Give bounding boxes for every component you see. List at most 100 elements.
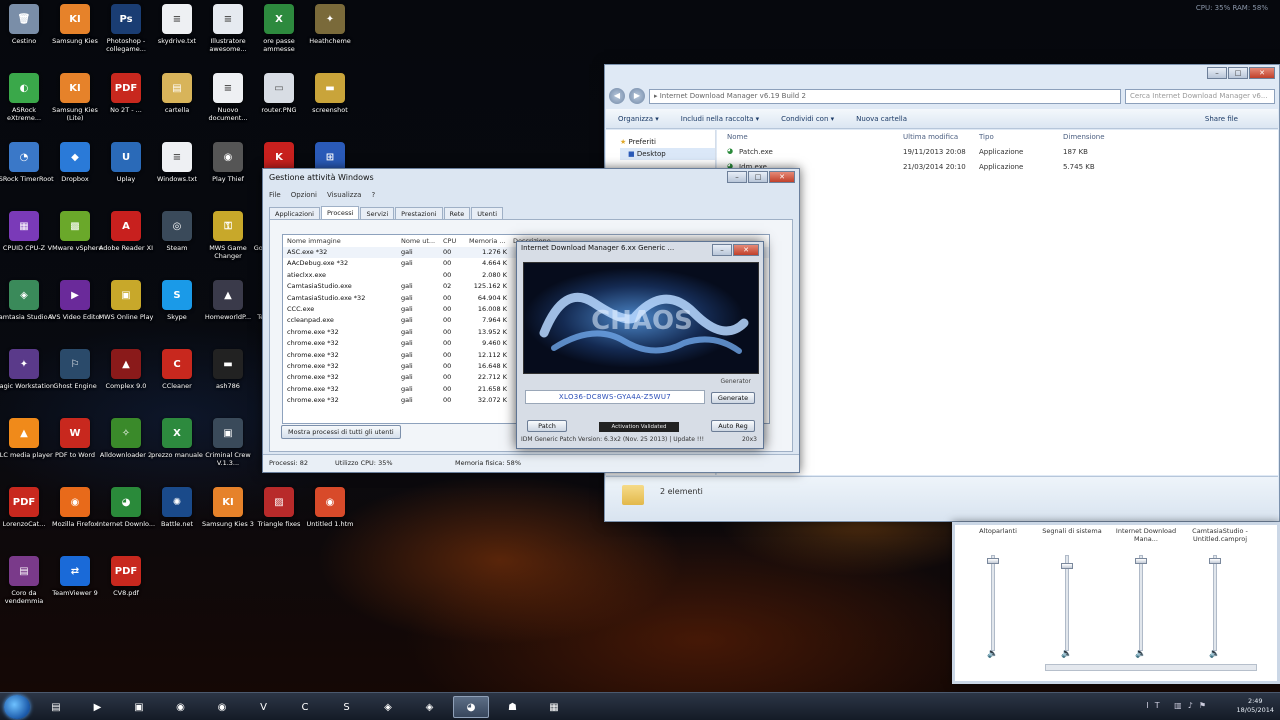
speaker-icon[interactable]: 🔈 (987, 649, 998, 659)
process-user: gali (401, 396, 413, 405)
camtasia-recorder-icon[interactable]: ◈ (412, 696, 448, 718)
volume-slider[interactable] (1061, 555, 1073, 651)
include-library-menu[interactable]: Includi nella raccolta ▾ (681, 115, 759, 123)
vegas-icon[interactable]: V (246, 696, 282, 718)
file-name[interactable]: Patch.exe (739, 148, 773, 156)
back-icon[interactable]: ◀ (609, 88, 625, 104)
explorer-navigation: ◀ ▶ ▸ Internet Download Manager v6.19 Bu… (609, 87, 1275, 105)
app-icon: ✦ (9, 349, 39, 379)
sidebar-item-desktop[interactable]: ■ Desktop (620, 148, 715, 160)
sidebar-item-favorites[interactable]: ★ Preferiti (620, 136, 715, 148)
close-button[interactable]: ✕ (1249, 67, 1275, 79)
mixer-scrollbar[interactable] (1045, 664, 1257, 671)
volume-mixer[interactable]: Altoparlanti 🔈 Segnali di sistema 🔈 Internet… (952, 522, 1280, 684)
minimize-button[interactable]: – (1207, 67, 1227, 79)
volume-slider-thumb[interactable] (1209, 557, 1221, 564)
desktop-icon[interactable]: ◉ Untitled 1.htm (300, 487, 360, 528)
process-user: gali (401, 282, 413, 291)
maximize-button[interactable]: □ (748, 171, 768, 183)
minimize-button[interactable]: – (727, 171, 747, 183)
generate-button[interactable]: Generate (711, 392, 755, 404)
explorer-search-input[interactable]: Cerca Internet Download Manager v6... (1125, 88, 1275, 104)
video-editor-icon: ▶ (60, 280, 90, 310)
clock[interactable]: 2:49 18/05/2014 (1237, 697, 1274, 715)
volume-slider-thumb[interactable] (1135, 557, 1147, 564)
menu-item[interactable]: Opzioni (291, 191, 317, 199)
column-user[interactable]: Nome ut... (401, 237, 435, 245)
process-memory: 16.008 K (477, 305, 507, 313)
volume-slider-thumb[interactable] (1061, 563, 1073, 570)
menu-item[interactable]: ? (371, 191, 375, 199)
exe-file-icon: ◕ (727, 147, 734, 155)
menu-item[interactable]: File (269, 191, 281, 199)
patch-button[interactable]: Patch (527, 420, 567, 432)
volume-slider[interactable] (987, 555, 999, 651)
auto-reg-button[interactable]: Auto Reg (711, 420, 755, 432)
process-cpu: 00 (443, 373, 452, 382)
start-button[interactable] (4, 695, 30, 719)
media-player-icon[interactable]: ▶ (80, 696, 116, 718)
column-image-name[interactable]: Nome immagine (287, 237, 341, 245)
column-name[interactable]: Nome (727, 133, 748, 141)
volume-icon[interactable]: ♪ (1188, 701, 1199, 710)
idm-patch-dialog[interactable]: Internet Download Manager 6.xx Generic .… (516, 241, 764, 449)
process-cpu: 00 (443, 350, 452, 359)
steam-icon: ◎ (162, 211, 192, 241)
minimize-button[interactable]: – (712, 244, 732, 256)
column-memory[interactable]: Memoria ... (469, 237, 506, 245)
volume-slider-thumb[interactable] (987, 557, 999, 564)
camtasia-icon: ◈ (9, 280, 39, 310)
column-type[interactable]: Tipo (979, 133, 994, 141)
process-cpu: 00 (443, 259, 452, 268)
speaker-icon[interactable]: 🔈 (1209, 649, 1220, 659)
process-name: chrome.exe *32 (287, 384, 339, 393)
tab-processi[interactable]: Processi (321, 206, 360, 219)
address-bar[interactable]: ▸ Internet Download Manager v6.19 Build … (649, 88, 1121, 104)
serial-field[interactable]: XLO36-DC8WS-GYA4A-Z5WU7 (525, 390, 705, 404)
excel-file-icon: X (264, 4, 294, 34)
patch-icon[interactable]: ☗ (495, 696, 531, 718)
process-memory: 1.276 K (482, 248, 507, 256)
computer-icon[interactable]: ▣ (121, 696, 157, 718)
samsung-kies-3-icon: KI (213, 487, 243, 517)
column-modified[interactable]: Ultima modifica (903, 133, 958, 141)
firefox-icon[interactable]: ◉ (204, 696, 240, 718)
maximize-button[interactable]: □ (1228, 67, 1248, 79)
forward-icon[interactable]: ▶ (629, 88, 645, 104)
desktop-icon[interactable]: PDF CV8.pdf (96, 556, 156, 597)
new-folder-button[interactable]: Nuova cartella (856, 115, 907, 123)
idm-icon: ◕ (111, 487, 141, 517)
teamviewer-icon: ⇄ (60, 556, 90, 586)
explorer-icon[interactable]: ▤ (38, 696, 74, 718)
patch-banner-image: CHAOS (523, 262, 759, 374)
task-manager-icon[interactable]: ▦ (536, 696, 572, 718)
menu-item[interactable]: Visualizza (327, 191, 361, 199)
idm-speaker-icon[interactable]: 🔈 (1135, 649, 1146, 659)
network-icon[interactable]: ▥ (1174, 701, 1188, 710)
rar-icon: ▤ (9, 556, 39, 586)
idm-icon[interactable]: ◕ (453, 696, 489, 718)
ccleaner-icon[interactable]: C (287, 696, 323, 718)
process-user: gali (401, 293, 413, 302)
volume-slider[interactable] (1135, 555, 1147, 651)
process-user: gali (401, 350, 413, 359)
speaker-icon[interactable]: 🔈 (1061, 649, 1072, 659)
show-all-processes-button[interactable]: Mostra processi di tutti gli utenti (281, 425, 401, 439)
skype-icon[interactable]: S (329, 696, 365, 718)
desktop-icon[interactable]: ▬ screenshot (300, 73, 360, 114)
share-file-button[interactable]: Share file (1205, 115, 1238, 123)
column-cpu[interactable]: CPU (443, 237, 456, 245)
desktop-icon[interactable]: ✦ Heathcheme (300, 4, 360, 45)
share-menu[interactable]: Condividi con ▾ (781, 115, 834, 123)
column-size[interactable]: Dimensione (1063, 133, 1105, 141)
close-button[interactable]: ✕ (733, 244, 759, 256)
app-icon: ✦ (315, 4, 345, 34)
close-button[interactable]: ✕ (769, 171, 795, 183)
camtasia-icon[interactable]: ◈ (370, 696, 406, 718)
winamp-icon[interactable]: ◉ (163, 696, 199, 718)
flag-icon[interactable]: ⚑ (1199, 701, 1212, 710)
task-manager-menu: File Opzioni Visualizza? (269, 191, 375, 199)
organize-menu[interactable]: Organizza ▾ (618, 115, 659, 123)
volume-slider[interactable] (1209, 555, 1221, 651)
language-indicator[interactable]: IT (1146, 701, 1165, 710)
